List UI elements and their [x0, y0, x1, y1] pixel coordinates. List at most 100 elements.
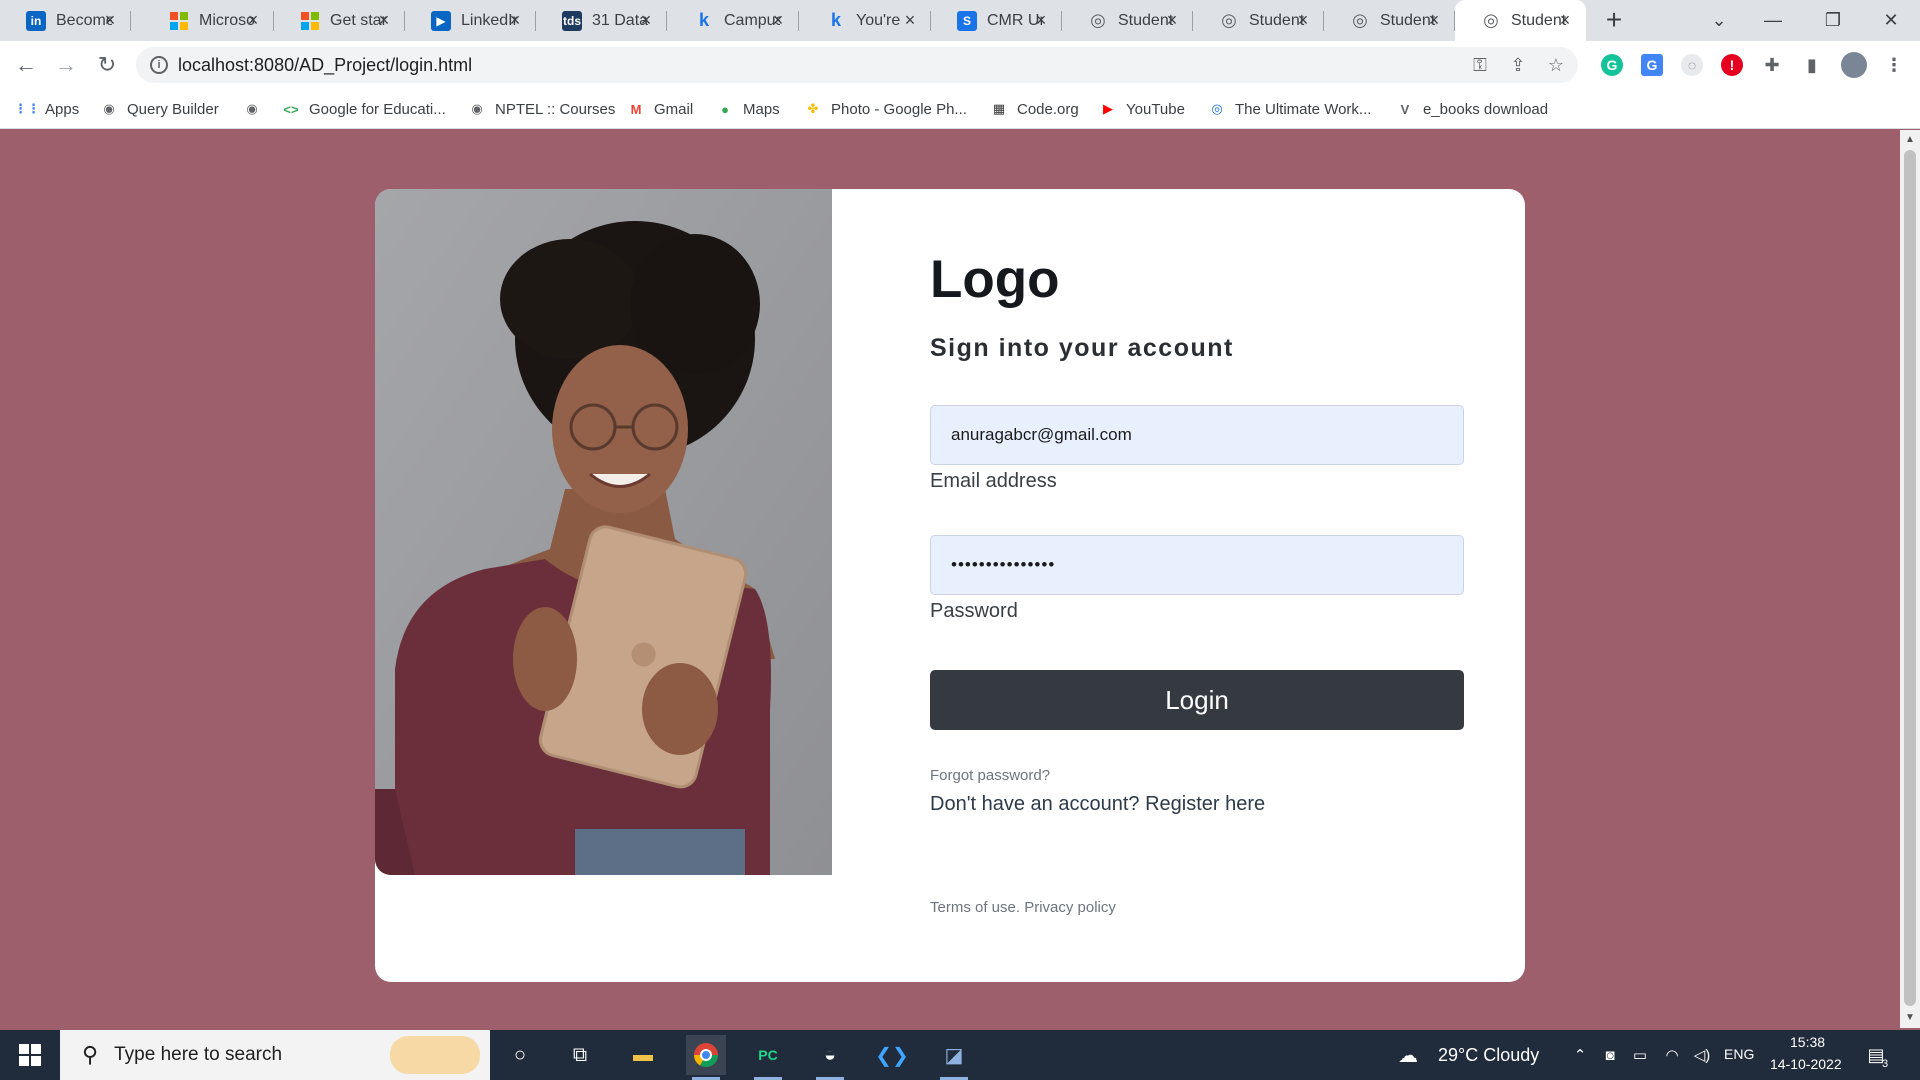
- tab-9[interactable]: ◎ Student ×: [1062, 0, 1193, 41]
- weather-text[interactable]: 29°C Cloudy: [1438, 1045, 1539, 1066]
- bookmark-9[interactable]: ▦ Code.org: [990, 97, 1079, 121]
- site-info-icon[interactable]: i: [150, 56, 168, 74]
- start-button[interactable]: [0, 1030, 60, 1080]
- ublock-extension-icon[interactable]: !: [1721, 54, 1743, 76]
- bookmark-3[interactable]: ◉: [243, 97, 270, 121]
- forgot-password-link[interactable]: Forgot password?: [930, 767, 1050, 784]
- back-button[interactable]: ←: [10, 49, 42, 81]
- forward-button[interactable]: →: [50, 49, 82, 81]
- terms-privacy-links[interactable]: Terms of use. Privacy policy: [930, 899, 1116, 916]
- tab-close-icon[interactable]: ×: [506, 11, 524, 29]
- battery-icon[interactable]: ▭: [1630, 1045, 1650, 1065]
- register-link[interactable]: Don't have an account? Register here: [930, 793, 1265, 816]
- tab-12[interactable]: ◎ Student ×: [1455, 0, 1586, 41]
- tab-close-icon[interactable]: ×: [637, 11, 655, 29]
- tab-1[interactable]: in Become ×: [0, 0, 131, 41]
- grammarly-extension-icon[interactable]: G: [1601, 54, 1623, 76]
- password-key-icon[interactable]: ⚿: [1469, 54, 1491, 76]
- tab-separator: [666, 11, 667, 31]
- tab-close-icon[interactable]: ×: [375, 11, 393, 29]
- task-view-icon[interactable]: ⧉: [560, 1035, 600, 1075]
- apps-grid-icon: ⋮⋮: [14, 101, 40, 116]
- tab-close-icon[interactable]: ×: [769, 11, 787, 29]
- bookmark-10[interactable]: ▶ YouTube: [1099, 97, 1185, 121]
- youtube-icon: ▶: [1103, 101, 1113, 116]
- page-scrollbar[interactable]: ▲ ▼: [1900, 130, 1920, 1028]
- email-field[interactable]: anuragabcr@gmail.com: [930, 405, 1464, 465]
- bookmark-label: Code.org: [1017, 100, 1079, 118]
- login-button[interactable]: Login: [930, 670, 1464, 730]
- browser-toolbar: ← → ↻ i localhost:8080/AD_Project/login.…: [0, 41, 1920, 89]
- browser-menu-icon[interactable]: ⋮: [1883, 54, 1905, 76]
- clock-date[interactable]: 14-10-2022: [1770, 1056, 1842, 1072]
- tab-close-icon[interactable]: ×: [1294, 11, 1312, 29]
- password-field[interactable]: •••••••••••••••: [930, 535, 1464, 595]
- search-icon: ⚲: [82, 1042, 99, 1067]
- bookmark-8[interactable]: ✤ Photo - Google Ph...: [804, 97, 967, 121]
- tab-8[interactable]: S CMR Un ×: [931, 0, 1062, 41]
- reload-button[interactable]: ↻: [91, 49, 123, 81]
- logo-heading: Logo: [930, 250, 1060, 309]
- close-window-button[interactable]: ✕: [1868, 0, 1914, 41]
- minimize-button[interactable]: —: [1750, 0, 1796, 41]
- tab-7[interactable]: k You're ×: [800, 0, 931, 41]
- tab-close-icon[interactable]: ×: [1032, 11, 1050, 29]
- tab-2[interactable]: Microsoft×: [143, 0, 274, 41]
- tab-close-icon[interactable]: ×: [1556, 11, 1574, 29]
- bookmark-1[interactable]: ⋮⋮ Apps: [14, 97, 79, 121]
- chrome-icon[interactable]: [686, 1035, 726, 1080]
- tab-11[interactable]: ◎ Student ×: [1324, 0, 1455, 41]
- tab-search-icon[interactable]: ⌄: [1696, 0, 1742, 41]
- v-icon: V: [1400, 101, 1410, 117]
- tab-4[interactable]: ▶ LinkedIn ×: [405, 0, 536, 41]
- tab-10[interactable]: ◎ Student ×: [1193, 0, 1324, 41]
- tab-close-icon[interactable]: ×: [1425, 11, 1443, 29]
- scroll-up-arrow-icon[interactable]: ▲: [1900, 132, 1920, 148]
- bookmark-label: Gmail: [654, 100, 694, 118]
- tab-6[interactable]: k Campus ×: [668, 0, 799, 41]
- cortana-icon[interactable]: ○: [500, 1035, 540, 1075]
- bookmark-4[interactable]: <> Google for Educati...: [282, 97, 445, 121]
- tab-close-icon[interactable]: ×: [1163, 11, 1181, 29]
- taskbar-search-box[interactable]: ⚲ Type here to search: [60, 1030, 490, 1080]
- meet-now-icon[interactable]: ◙: [1600, 1045, 1620, 1065]
- globe-icon: ◉: [471, 101, 483, 116]
- mysql-workbench-icon[interactable]: ◪: [934, 1035, 974, 1080]
- weather-cloud-icon[interactable]: ☁: [1398, 1045, 1418, 1067]
- scroll-thumb[interactable]: [1904, 150, 1916, 1006]
- show-hidden-icons-icon[interactable]: ⌃: [1570, 1045, 1590, 1065]
- pycharm-icon[interactable]: PC: [748, 1035, 788, 1080]
- address-bar[interactable]: i localhost:8080/AD_Project/login.html ⚿…: [136, 47, 1578, 83]
- tab-close-icon[interactable]: ×: [244, 11, 262, 29]
- clock-time[interactable]: 15:38: [1790, 1034, 1825, 1050]
- vscode-icon[interactable]: ❮❯: [872, 1035, 912, 1075]
- restore-button[interactable]: ❐: [1810, 0, 1856, 41]
- tab-5[interactable]: tds 31 Data ×: [536, 0, 667, 41]
- tab-close-icon[interactable]: ×: [101, 11, 119, 29]
- url-text[interactable]: localhost:8080/AD_Project/login.html: [178, 55, 472, 76]
- bookmark-7[interactable]: ● Maps: [716, 97, 780, 121]
- new-tab-button[interactable]: +: [1598, 4, 1630, 36]
- file-explorer-icon[interactable]: ▬: [623, 1035, 663, 1075]
- tab-3[interactable]: Get started×: [274, 0, 405, 41]
- bookmark-12[interactable]: Ve_books download: [1396, 97, 1548, 121]
- scroll-down-arrow-icon[interactable]: ▼: [1900, 1010, 1920, 1026]
- bookmark-6[interactable]: M Gmail: [627, 97, 694, 121]
- translate-extension-icon[interactable]: G: [1641, 54, 1663, 76]
- eclipse-icon[interactable]: ◒: [810, 1035, 850, 1080]
- side-panel-icon[interactable]: ▮: [1801, 54, 1823, 76]
- wifi-icon[interactable]: ◠: [1662, 1045, 1682, 1065]
- language-indicator[interactable]: ENG: [1724, 1046, 1754, 1062]
- bookmark-label: Photo - Google Ph...: [831, 100, 967, 118]
- profile-avatar[interactable]: [1841, 52, 1867, 78]
- share-icon[interactable]: ⇪: [1507, 54, 1529, 76]
- extensions-puzzle-icon[interactable]: ✚: [1761, 54, 1783, 76]
- bookmark-2[interactable]: ◉ Query Builder: [100, 97, 218, 121]
- extension-icon[interactable]: ◌: [1681, 54, 1703, 76]
- browser-tab-strip: inBecome× Microsoft×Get started×▶LinkedIn…: [0, 0, 1920, 41]
- volume-icon[interactable]: ◁): [1692, 1045, 1712, 1065]
- bookmark-5[interactable]: ◉ NPTEL :: Courses: [468, 97, 615, 121]
- bookmark-11[interactable]: ◎ The Ultimate Work...: [1208, 97, 1371, 121]
- tab-close-icon[interactable]: ×: [901, 11, 919, 29]
- bookmark-star-icon[interactable]: ☆: [1545, 54, 1567, 76]
